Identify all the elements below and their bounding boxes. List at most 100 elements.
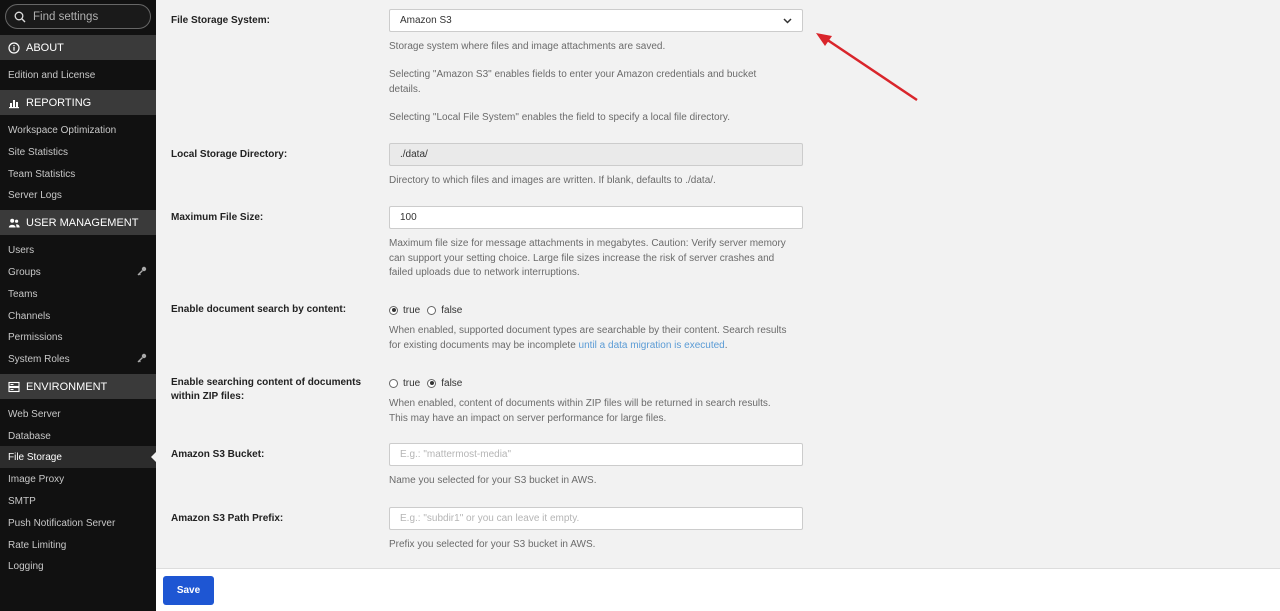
s3-path-prefix-input[interactable] — [400, 513, 792, 524]
file-storage-value: Amazon S3 — [400, 15, 452, 26]
s3-path-prefix-field[interactable] — [389, 507, 803, 530]
sidebar-item-web-server[interactable]: Web Server — [0, 403, 156, 425]
section-reporting: REPORTING — [0, 90, 156, 115]
active-indicator — [151, 451, 156, 463]
local-storage-directory-field[interactable]: ./data/ — [389, 143, 803, 166]
radio-dot[interactable] — [389, 378, 398, 388]
info-icon — [8, 41, 20, 54]
maximum-file-size-label: Maximum File Size: — [171, 212, 264, 223]
users-icon — [8, 217, 20, 229]
radio-dot[interactable] — [427, 305, 437, 315]
search-icon — [14, 11, 26, 22]
document-search-false-radio[interactable]: false — [427, 305, 462, 316]
radio-label: true — [403, 377, 421, 389]
radio-dot[interactable] — [427, 378, 437, 388]
server-icon — [8, 381, 20, 393]
section-about: ABOUT — [0, 35, 156, 60]
s3-bucket-label: Amazon S3 Bucket: — [171, 449, 265, 460]
sidebar-item-server-logs[interactable]: Server Logs — [0, 184, 156, 206]
s3-path-prefix-label: Amazon S3 Path Prefix: — [171, 513, 284, 524]
maximum-file-size-help: Maximum file size for message attachment… — [389, 238, 786, 278]
key-icon — [137, 353, 147, 363]
sidebar-item-label: Database — [8, 430, 51, 442]
s3-bucket-input[interactable] — [400, 449, 792, 460]
sidebar-item-label: Channels — [8, 310, 51, 322]
sidebar-item-image-proxy[interactable]: Image Proxy — [0, 468, 156, 490]
sidebar-item-push-notification-server[interactable]: Push Notification Server — [0, 512, 156, 534]
sidebar-item-label: Permissions — [8, 331, 63, 343]
zip-search-radio-group: true false — [389, 376, 469, 390]
maximum-file-size-value: 100 — [400, 212, 417, 223]
zip-search-label: Enable searching content of documents wi… — [171, 377, 362, 402]
sidebar-item-file-storage[interactable]: File Storage — [0, 446, 156, 468]
sidebar-item-label: Teams — [8, 288, 38, 300]
zip-search-help: When enabled, content of documents withi… — [389, 398, 771, 424]
data-migration-link[interactable]: until a data migration is executed — [579, 340, 725, 351]
section-title: ABOUT — [26, 41, 64, 54]
sidebar-item-label: Image Proxy — [8, 473, 65, 485]
local-storage-directory-help: Directory to which files and images are … — [389, 175, 716, 186]
document-search-true-radio[interactable]: true — [389, 305, 420, 316]
s3-path-prefix-help: Prefix you selected for your S3 bucket i… — [389, 539, 596, 550]
maximum-file-size-field[interactable]: 100 — [389, 206, 803, 229]
document-search-label: Enable document search by content: — [171, 304, 347, 315]
file-storage-select[interactable]: Amazon S3 — [389, 9, 803, 32]
sidebar-item-label: Groups — [8, 266, 41, 278]
sidebar-item-label: Workspace Optimization — [8, 124, 117, 136]
section-title: USER MANAGEMENT — [26, 216, 139, 229]
s3-bucket-help: Name you selected for your S3 bucket in … — [389, 475, 597, 486]
bar-chart-icon — [8, 97, 20, 109]
sidebar-item-label: Edition and License — [8, 69, 96, 81]
settings-search[interactable] — [5, 4, 151, 29]
sidebar-item-channels[interactable]: Channels — [0, 305, 156, 327]
sidebar-item-permissions[interactable]: Permissions — [0, 326, 156, 348]
help-text-end: . — [724, 339, 728, 351]
sidebar-item-label: Site Statistics — [8, 146, 69, 158]
sidebar-item-smtp[interactable]: SMTP — [0, 490, 156, 512]
sidebar-item-groups[interactable]: Groups — [0, 261, 156, 283]
sidebar-item-team-statistics[interactable]: Team Statistics — [0, 163, 156, 185]
radio-label: false — [441, 304, 463, 316]
search-input[interactable] — [33, 10, 143, 23]
radio-label: false — [441, 377, 463, 389]
sidebar-item-label: Server Logs — [8, 189, 62, 201]
sidebar-item-label: Team Statistics — [8, 168, 76, 180]
file-storage-label: File Storage System: — [171, 15, 270, 26]
sidebar-item-label: SMTP — [8, 495, 36, 507]
sidebar-item-rate-limiting[interactable]: Rate Limiting — [0, 534, 156, 556]
zip-search-true-radio[interactable]: true — [389, 378, 420, 389]
file-storage-help-s3: Selecting "Amazon S3" enables fields to … — [389, 69, 757, 95]
sidebar-item-label: Push Notification Server — [8, 517, 116, 529]
settings-panel: File Storage System: Amazon S3 Storage s… — [157, 0, 1280, 568]
sidebar-item-logging[interactable]: Logging — [0, 555, 156, 577]
file-storage-help-local: Selecting "Local File System" enables th… — [389, 112, 730, 123]
sidebar-item-workspace-optimization[interactable]: Workspace Optimization — [0, 119, 156, 141]
sidebar-item-label: System Roles — [8, 353, 70, 365]
sidebar-item-label: Users — [8, 244, 35, 256]
zip-search-false-radio[interactable]: false — [427, 378, 462, 389]
sidebar-item-site-statistics[interactable]: Site Statistics — [0, 141, 156, 163]
section-title: ENVIRONMENT — [26, 380, 108, 393]
save-footer: Save — [156, 568, 1280, 611]
chevron-down-icon — [783, 18, 792, 24]
sidebar-item-users[interactable]: Users — [0, 239, 156, 261]
sidebar-item-label: Rate Limiting — [8, 539, 67, 551]
save-button[interactable]: Save — [163, 576, 214, 605]
sidebar-item-label: Web Server — [8, 408, 61, 420]
sidebar-item-label: Logging — [8, 560, 44, 572]
sidebar-item-database[interactable]: Database — [0, 425, 156, 447]
sidebar-item-teams[interactable]: Teams — [0, 283, 156, 305]
local-storage-directory-value: ./data/ — [400, 149, 428, 160]
section-environment: ENVIRONMENT — [0, 374, 156, 399]
s3-bucket-field[interactable] — [389, 443, 803, 466]
local-storage-directory-label: Local Storage Directory: — [171, 149, 288, 160]
section-user-management: USER MANAGEMENT — [0, 210, 156, 235]
radio-label: true — [403, 304, 421, 316]
file-storage-help: Storage system where files and image att… — [389, 41, 666, 52]
sidebar-item-system-roles[interactable]: System Roles — [0, 348, 156, 370]
radio-dot[interactable] — [389, 305, 398, 315]
sidebar-item-label: File Storage — [8, 451, 62, 463]
section-title: REPORTING — [26, 96, 92, 109]
sidebar-item-edition-and-license[interactable]: Edition and License — [0, 64, 156, 86]
key-icon — [137, 266, 147, 276]
